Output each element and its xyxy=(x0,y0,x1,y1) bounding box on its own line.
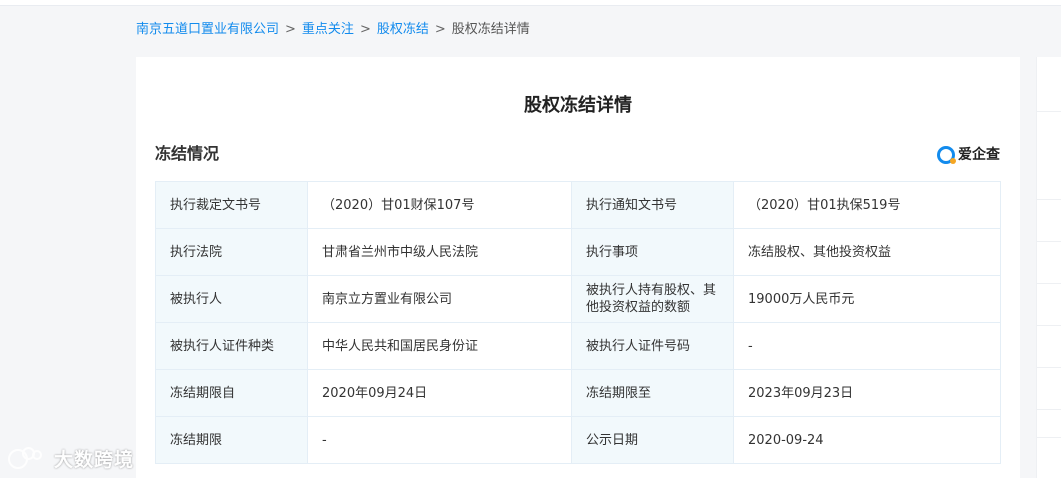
breadcrumb-equity-freeze-link[interactable]: 股权冻结 xyxy=(377,22,429,37)
sidebar-divider xyxy=(1037,325,1061,326)
breadcrumb-separator: > xyxy=(434,22,446,37)
row-value: - xyxy=(733,322,1001,370)
freeze-detail-table: 执行裁定文书号 （2020）甘01财保107号 执行通知文书号 （2020）甘0… xyxy=(155,181,1001,464)
table-row: 被执行人 南京立方置业有限公司 被执行人持有股权、其他投资权益的数额 19000… xyxy=(155,275,1001,323)
row-label: 执行法院 xyxy=(155,228,308,276)
sidebar-divider xyxy=(1037,437,1061,438)
breadcrumb-current: 股权冻结详情 xyxy=(451,22,530,37)
row-value: 冻结股权、其他投资权益 xyxy=(733,228,1001,276)
row-label: 被执行人证件种类 xyxy=(155,322,308,370)
top-bar xyxy=(0,0,1061,6)
right-sidebar xyxy=(1036,57,1061,478)
row-label: 公示日期 xyxy=(571,416,734,464)
sidebar-divider xyxy=(1037,367,1061,368)
row-label: 执行事项 xyxy=(571,228,734,276)
sidebar-divider xyxy=(1037,409,1061,410)
table-row: 被执行人证件种类 中华人民共和国居民身份证 被执行人证件号码 - xyxy=(155,322,1001,370)
row-value: （2020）甘01执保519号 xyxy=(733,181,1001,229)
row-value: 2020-09-24 xyxy=(733,416,1001,464)
row-label: 冻结期限至 xyxy=(571,369,734,417)
row-value: 19000万人民币元 xyxy=(733,275,1001,323)
breadcrumb: 南京五道口置业有限公司 > 重点关注 > 股权冻结 > 股权冻结详情 xyxy=(136,20,530,40)
row-label: 被执行人 xyxy=(155,275,308,323)
row-label: 被执行人持有股权、其他投资权益的数额 xyxy=(571,275,734,323)
watermark-text: 大数跨境 xyxy=(54,448,135,471)
chat-bubble-logo-icon xyxy=(8,447,48,469)
brand-name: 爱企查 xyxy=(958,147,1000,163)
sidebar-divider xyxy=(1037,241,1061,242)
brand-logo[interactable]: 爱企查 xyxy=(937,145,1000,165)
breadcrumb-separator: > xyxy=(359,22,371,37)
row-label: 执行裁定文书号 xyxy=(155,181,308,229)
row-value: 2020年09月24日 xyxy=(307,369,572,417)
search-magnifier-logo-icon xyxy=(937,146,956,164)
row-value: 南京立方置业有限公司 xyxy=(307,275,572,323)
breadcrumb-separator: > xyxy=(285,22,296,37)
sidebar-divider xyxy=(1037,111,1061,112)
row-value: 甘肃省兰州市中级人民法院 xyxy=(307,228,572,276)
table-row: 执行裁定文书号 （2020）甘01财保107号 执行通知文书号 （2020）甘0… xyxy=(155,181,1001,229)
row-label: 被执行人证件号码 xyxy=(571,322,734,370)
table-row: 冻结期限 - 公示日期 2020-09-24 xyxy=(155,416,1001,464)
row-label: 冻结期限 xyxy=(155,416,308,464)
breadcrumb-focus-link[interactable]: 重点关注 xyxy=(302,22,354,37)
sidebar-divider xyxy=(1037,199,1061,200)
sidebar-divider xyxy=(1037,283,1061,284)
row-value: （2020）甘01财保107号 xyxy=(307,181,572,229)
row-value: 2023年09月23日 xyxy=(733,369,1001,417)
detail-card: 股权冻结详情 冻结情况 爱企查 执行裁定文书号 （2020）甘01财保107号 … xyxy=(136,57,1020,478)
page-title: 股权冻结详情 xyxy=(524,95,632,116)
row-label: 冻结期限自 xyxy=(155,369,308,417)
breadcrumb-company-link[interactable]: 南京五道口置业有限公司 xyxy=(136,22,279,37)
table-row: 冻结期限自 2020年09月24日 冻结期限至 2023年09月23日 xyxy=(155,369,1001,417)
table-row: 执行法院 甘肃省兰州市中级人民法院 执行事项 冻结股权、其他投资权益 xyxy=(155,228,1001,276)
watermark: 大数跨境 xyxy=(8,443,134,473)
row-label: 执行通知文书号 xyxy=(571,181,734,229)
row-value: 中华人民共和国居民身份证 xyxy=(307,322,572,370)
section-title: 冻结情况 xyxy=(155,144,220,163)
row-value: - xyxy=(307,416,572,464)
